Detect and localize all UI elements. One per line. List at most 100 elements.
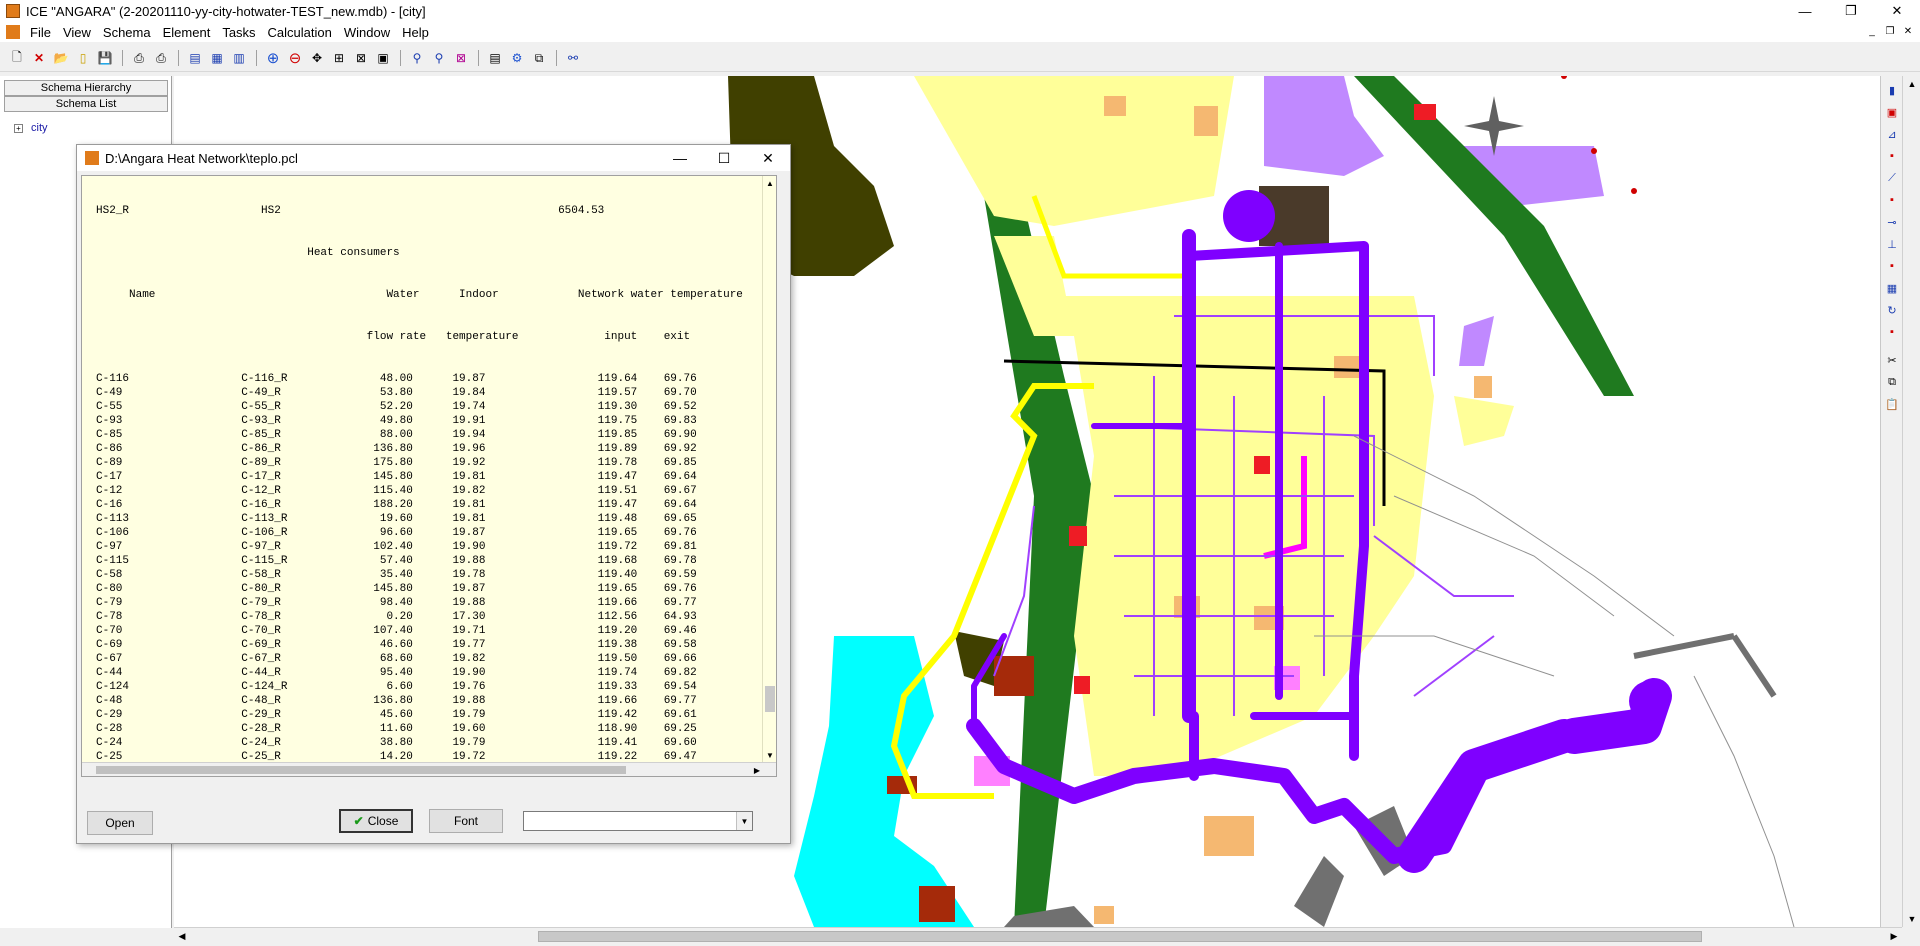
pcl-title-bar[interactable]: D:\Angara Heat Network\teplo.pcl — ☐ ✕ — [77, 145, 790, 171]
menu-file[interactable]: File — [26, 25, 59, 40]
open-button[interactable]: Open — [87, 811, 153, 835]
palette-station-icon[interactable]: ▪ — [1884, 324, 1900, 340]
consumer-row: C-78 C-78_R 0.20 17.30 112.56 64.93 — [96, 611, 697, 623]
zoom-in-icon[interactable]: ⊕ — [264, 49, 282, 67]
maximize-button[interactable]: ❐ — [1828, 0, 1874, 22]
scheme-icon[interactable]: ⚯ — [564, 49, 582, 67]
menu-help[interactable]: Help — [398, 25, 437, 40]
scroll-left-arrow[interactable]: ◀ — [174, 928, 190, 945]
scroll-up-arrow[interactable]: ▲ — [763, 176, 776, 190]
consumer-row: C-58 C-58_R 35.40 19.78 119.40 69.59 — [96, 569, 697, 581]
scroll-thumb[interactable] — [538, 931, 1702, 942]
scroll-down-arrow[interactable]: ▼ — [1903, 911, 1920, 927]
application-window: ICE "ANGARA" (2-20201110-yy-city-hotwate… — [0, 0, 1920, 946]
palette-branch-icon[interactable]: ⊥ — [1884, 236, 1900, 252]
pcl-text-area[interactable]: HS2_R HS2 6504.53 Heat consumers Name Wa… — [81, 175, 777, 777]
output-combo[interactable]: ▼ — [523, 811, 753, 831]
palette-connect-icon[interactable]: ↻ — [1884, 302, 1900, 318]
save-icon[interactable]: 💾 — [96, 49, 114, 67]
pan-icon[interactable]: ✥ — [308, 49, 326, 67]
clear-selection-icon[interactable]: ⊠ — [452, 49, 470, 67]
pcl-horizontal-scrollbar[interactable]: ▶ — [82, 762, 776, 776]
zoom-fit-icon[interactable]: ▣ — [374, 49, 392, 67]
calculate-icon[interactable]: ⚙ — [508, 49, 526, 67]
layers-icon[interactable]: ▤ — [186, 49, 204, 67]
palette-node-icon[interactable]: ⊿ — [1884, 126, 1900, 142]
table-icon[interactable]: ▦ — [208, 49, 226, 67]
print-icon[interactable]: ⎙ — [130, 49, 148, 67]
menu-calculation[interactable]: Calculation — [264, 25, 340, 40]
mdi-minimize-button[interactable]: _ — [1864, 24, 1880, 38]
map-vertical-scrollbar[interactable]: ▲ ▼ — [1902, 76, 1920, 927]
palette-select-icon[interactable]: ▮ — [1884, 82, 1900, 98]
minimize-button[interactable]: — — [1782, 0, 1828, 22]
tree-node-city[interactable]: + city — [14, 122, 48, 134]
print-preview-icon[interactable]: ⎙ — [152, 49, 170, 67]
building-red — [1069, 526, 1087, 546]
palette-copy-icon[interactable]: ⧉ — [1884, 374, 1900, 390]
expand-icon[interactable]: + — [14, 123, 23, 133]
pcl-minimize-button[interactable]: — — [658, 145, 702, 171]
window-title: ICE "ANGARA" (2-20201110-yy-city-hotwate… — [26, 3, 426, 19]
document-icon[interactable] — [6, 25, 20, 39]
font-button[interactable]: Font — [429, 809, 503, 833]
tab-schema-list[interactable]: Schema List — [4, 96, 168, 112]
toolbar: 🗋 ✕ 📂 ▯ 💾 ⎙ ⎙ ▤ ▦ ▥ ⊕ ⊖ ✥ ⊞ ⊠ ▣ ⚲ ⚲ ⊠ ▤ … — [0, 44, 1920, 72]
delete-icon[interactable]: ✕ — [30, 49, 48, 67]
menu-window[interactable]: Window — [340, 25, 398, 40]
section-title: Heat consumers — [96, 247, 400, 259]
mdi-restore-button[interactable]: ❐ — [1882, 24, 1898, 38]
consumer-row: C-106 C-106_R 96.60 19.87 119.65 69.76 — [96, 527, 697, 539]
tab-schema-hierarchy[interactable]: Schema Hierarchy — [4, 80, 168, 96]
scroll-right-arrow[interactable]: ▶ — [750, 763, 764, 776]
palette-valve-icon[interactable]: ⊸ — [1884, 214, 1900, 230]
zoom-extent-icon[interactable]: ⊠ — [352, 49, 370, 67]
chevron-down-icon[interactable]: ▼ — [736, 812, 752, 830]
menu-view[interactable]: View — [59, 25, 99, 40]
scroll-right-arrow[interactable]: ▶ — [1886, 928, 1902, 945]
city-district — [914, 76, 1234, 226]
close-button[interactable]: ✕ — [1874, 0, 1920, 22]
report-icon[interactable]: ▤ — [486, 49, 504, 67]
menu-element[interactable]: Element — [159, 25, 219, 40]
scroll-thumb[interactable] — [96, 766, 626, 774]
palette-source-icon[interactable]: ▣ — [1884, 104, 1900, 120]
scroll-up-arrow[interactable]: ▲ — [1903, 76, 1920, 92]
palette-pipe-icon[interactable]: ⟋ — [1884, 170, 1900, 186]
zoom-out-icon[interactable]: ⊖ — [286, 49, 304, 67]
menu-tasks[interactable]: Tasks — [218, 25, 263, 40]
mdi-close-button[interactable]: ✕ — [1900, 24, 1916, 38]
consumer-row: C-69 C-69_R 46.60 19.77 119.38 69.58 — [96, 639, 697, 651]
building-red — [1414, 104, 1436, 120]
map-horizontal-scrollbar[interactable]: ◀ ▶ — [174, 927, 1902, 944]
river — [794, 636, 974, 927]
zoom-window-icon[interactable]: ⊞ — [330, 49, 348, 67]
pcl-vertical-scrollbar[interactable]: ▲ ▼ — [762, 176, 776, 762]
palette-consumer-icon[interactable]: ▪ — [1884, 148, 1900, 164]
close-dialog-button[interactable]: ✔ Close — [339, 809, 413, 833]
new-icon[interactable]: 🗋 — [8, 49, 26, 67]
palette-chamber-icon[interactable]: ▦ — [1884, 280, 1900, 296]
consumer-row: C-70 C-70_R 107.40 19.71 119.20 69.46 — [96, 625, 697, 637]
tree-node-label[interactable]: city — [31, 122, 48, 134]
clipboard-icon[interactable]: ▯ — [74, 49, 92, 67]
palette-pump-icon[interactable]: ▪ — [1884, 192, 1900, 208]
marker-point — [1561, 76, 1567, 79]
scroll-down-arrow[interactable]: ▼ — [763, 748, 776, 762]
node-link-icon[interactable]: ⚲ — [408, 49, 426, 67]
pcl-maximize-button[interactable]: ☐ — [702, 145, 746, 171]
close-button-label: Close — [367, 814, 399, 828]
building — [1194, 106, 1218, 136]
pcl-close-button[interactable]: ✕ — [746, 145, 790, 171]
search-node-icon[interactable]: ⚲ — [430, 49, 448, 67]
menu-schema[interactable]: Schema — [99, 25, 159, 40]
palette-paste-icon[interactable]: 📋 — [1884, 396, 1900, 412]
palette-cut-icon[interactable]: ✂ — [1884, 352, 1900, 368]
pcl-output-window: D:\Angara Heat Network\teplo.pcl — ☐ ✕ H… — [76, 144, 791, 844]
open-folder-icon[interactable]: 📂 — [52, 49, 70, 67]
pcl-text-lines: HS2_R HS2 6504.53 Heat consumers Name Wa… — [96, 176, 743, 776]
palette-regulator-icon[interactable]: ▪ — [1884, 258, 1900, 274]
copy-icon[interactable]: ⧉ — [530, 49, 548, 67]
columns-icon[interactable]: ▥ — [230, 49, 248, 67]
scroll-thumb[interactable] — [765, 686, 775, 712]
